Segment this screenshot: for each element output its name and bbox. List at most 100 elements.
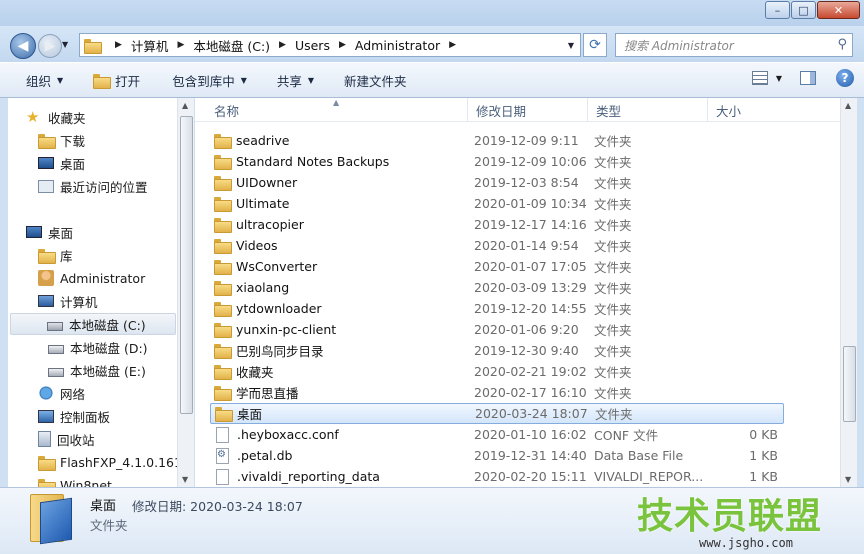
breadcrumb-drive-c[interactable]: 本地磁盘 (C:) [193, 36, 270, 55]
file-type: VIVALDI_REPOR... [594, 469, 704, 484]
breadcrumb-separator-icon[interactable]: ▶ [177, 40, 184, 50]
folder-icon [38, 478, 56, 487]
include-in-library-button[interactable]: 包含到库中 ▼ [172, 67, 247, 93]
nav-desktop-root[interactable]: 桌面 [26, 221, 73, 243]
new-folder-label: 新建文件夹 [344, 73, 407, 89]
file-name-cell: WsConverter [214, 259, 318, 275]
minimize-button[interactable]: – [765, 1, 790, 19]
file-name: 学而思直播 [236, 386, 299, 401]
file-row[interactable]: WsConverter 2020-01-07 17:05 文件夹 [210, 256, 784, 277]
close-button[interactable]: ✕ [817, 1, 860, 19]
breadcrumb-separator-icon[interactable]: ▶ [339, 40, 346, 50]
scroll-down-icon[interactable]: ▼ [182, 475, 188, 484]
file-scroll-thumb[interactable] [843, 346, 856, 422]
file-list-scrollbar[interactable]: ▲ ▼ [840, 98, 857, 487]
nav-scroll-thumb[interactable] [180, 116, 193, 414]
column-date-modified[interactable]: 修改日期 [468, 98, 588, 122]
address-bar[interactable]: ▶ 计算机 ▶ 本地磁盘 (C:) ▶ Users ▶ Administrato… [79, 33, 581, 57]
file-row[interactable]: Standard Notes Backups 2019-12-09 10:06 文件… [210, 151, 784, 172]
file-type: Data Base File [594, 448, 684, 463]
chevron-down-icon: ▼ [57, 75, 64, 85]
nav-favorites[interactable]: ★ 收藏夹 [26, 106, 86, 128]
drive-icon [48, 345, 64, 354]
nav-drive-d[interactable]: 本地磁盘 (D:) [48, 336, 148, 358]
details-name: 桌面 [90, 499, 117, 514]
file-row[interactable]: Videos 2020-01-14 9:54 文件夹 [210, 235, 784, 256]
refresh-button[interactable]: ⟳ [583, 33, 607, 57]
file-row[interactable]: 学而思直播 2020-02-17 16:10 文件夹 [210, 382, 784, 403]
help-icon[interactable]: ? [836, 69, 854, 87]
nav-desktop[interactable]: 桌面 [38, 152, 85, 174]
file-row[interactable]: 桌面 2020-03-24 18:07 文件夹 [210, 403, 784, 424]
nav-library[interactable]: 库 [38, 244, 73, 266]
folder-icon [84, 38, 102, 54]
breadcrumb-separator-icon[interactable]: ▶ [449, 40, 456, 50]
breadcrumb-users[interactable]: Users [295, 38, 330, 53]
file-row[interactable]: ytdownloader 2019-12-20 14:55 文件夹 [210, 298, 784, 319]
file-name-cell: Videos [214, 238, 278, 254]
breadcrumb-administrator[interactable]: Administrator [355, 38, 440, 53]
file-row[interactable]: yunxin-pc-client 2020-01-06 9:20 文件夹 [210, 319, 784, 340]
nav-control-panel[interactable]: 控制面板 [38, 405, 110, 427]
file-name-cell: 学而思直播 [214, 383, 299, 402]
breadcrumb-separator-icon[interactable]: ▶ [115, 40, 122, 50]
folder-icon [214, 134, 232, 149]
file-row[interactable]: Ultimate 2020-01-09 10:34 文件夹 [210, 193, 784, 214]
breadcrumb-computer[interactable]: 计算机 [131, 36, 169, 55]
column-size[interactable]: 大小 [708, 98, 808, 122]
file-name: WsConverter [236, 259, 318, 274]
file-row[interactable]: ultracopier 2019-12-17 14:16 文件夹 [210, 214, 784, 235]
open-button[interactable]: 打开 [93, 67, 140, 93]
back-button[interactable]: ◀ [10, 33, 36, 59]
file-name-cell: Ultimate [214, 196, 289, 212]
forward-button[interactable]: ▶ [38, 34, 62, 58]
scroll-down-icon[interactable]: ▼ [845, 475, 851, 484]
nav-administrator[interactable]: Administrator [38, 267, 145, 289]
recent-pages-dropdown[interactable]: ▼ [62, 40, 68, 49]
nav-pane-scrollbar[interactable]: ▲ ▼ [177, 98, 194, 487]
file-name-cell: 桌面 [215, 404, 262, 423]
file-row[interactable]: seadrive 2019-12-09 9:11 文件夹 [210, 130, 784, 151]
file-name: .petal.db [237, 448, 293, 463]
nav-drive-e[interactable]: 本地磁盘 (E:) [48, 359, 146, 381]
file-row[interactable]: 巴别鸟同步目录 2019-12-30 9:40 文件夹 [210, 340, 784, 361]
nav-drive-c[interactable]: 本地磁盘 (C:) [10, 313, 176, 335]
file-row[interactable]: .vivaldi_reporting_data 2020-02-20 15:11 V… [210, 466, 784, 487]
file-date: 2019-12-03 8:54 [474, 175, 579, 190]
file-row[interactable]: 收藏夹 2020-02-21 19:02 文件夹 [210, 361, 784, 382]
nav-network[interactable]: 网络 [38, 382, 85, 404]
file-date: 2020-02-20 15:11 [474, 469, 587, 484]
search-input[interactable]: 搜索 Administrator ⚲ [615, 33, 853, 57]
view-details-icon[interactable] [751, 71, 768, 85]
file-row[interactable]: UIDowner 2019-12-03 8:54 文件夹 [210, 172, 784, 193]
file-date: 2020-01-07 17:05 [474, 259, 587, 274]
search-icon[interactable]: ⚲ [837, 37, 847, 52]
preview-pane-icon[interactable] [800, 71, 816, 85]
maximize-button[interactable]: □ [791, 1, 816, 19]
breadcrumb-separator-icon[interactable]: ▶ [279, 40, 286, 50]
nav-recycle-bin[interactable]: 回收站 [38, 428, 95, 450]
nav-computer[interactable]: 计算机 [38, 290, 98, 312]
new-folder-button[interactable]: 新建文件夹 [344, 67, 407, 93]
scroll-up-icon[interactable]: ▲ [845, 101, 851, 110]
column-type[interactable]: 类型 [588, 98, 708, 122]
nav-flashfxp[interactable]: FlashFXP_4.1.0.1618 [38, 451, 177, 473]
nav-recent-places[interactable]: 最近访问的位置 [38, 175, 148, 197]
view-options-chevron-icon[interactable]: ▼ [776, 74, 782, 83]
file-type: 文件夹 [594, 176, 632, 191]
chevron-down-icon: ▼ [307, 75, 315, 85]
title-bar: – □ ✕ [0, 0, 864, 26]
file-name-cell: Standard Notes Backups [214, 154, 389, 170]
chevron-down-icon: ▼ [240, 75, 247, 85]
nav-downloads[interactable]: 下载 [38, 129, 85, 151]
folder-icon [214, 260, 232, 275]
file-row[interactable]: .petal.db 2019-12-31 14:40 Data Base File 1… [210, 445, 784, 466]
column-name[interactable]: 名称 [206, 98, 468, 122]
file-row[interactable]: xiaolang 2020-03-09 13:29 文件夹 [210, 277, 784, 298]
organize-button[interactable]: 组织 ▼ [26, 67, 63, 93]
file-row[interactable]: .heyboxacc.conf 2020-01-10 16:02 CONF 文件 0 … [210, 424, 784, 445]
nav-win8net[interactable]: Win8net [38, 474, 112, 487]
share-button[interactable]: 共享 ▼ [277, 67, 314, 93]
scroll-up-icon[interactable]: ▲ [182, 101, 188, 110]
address-history-dropdown[interactable]: ▼ [562, 34, 580, 56]
